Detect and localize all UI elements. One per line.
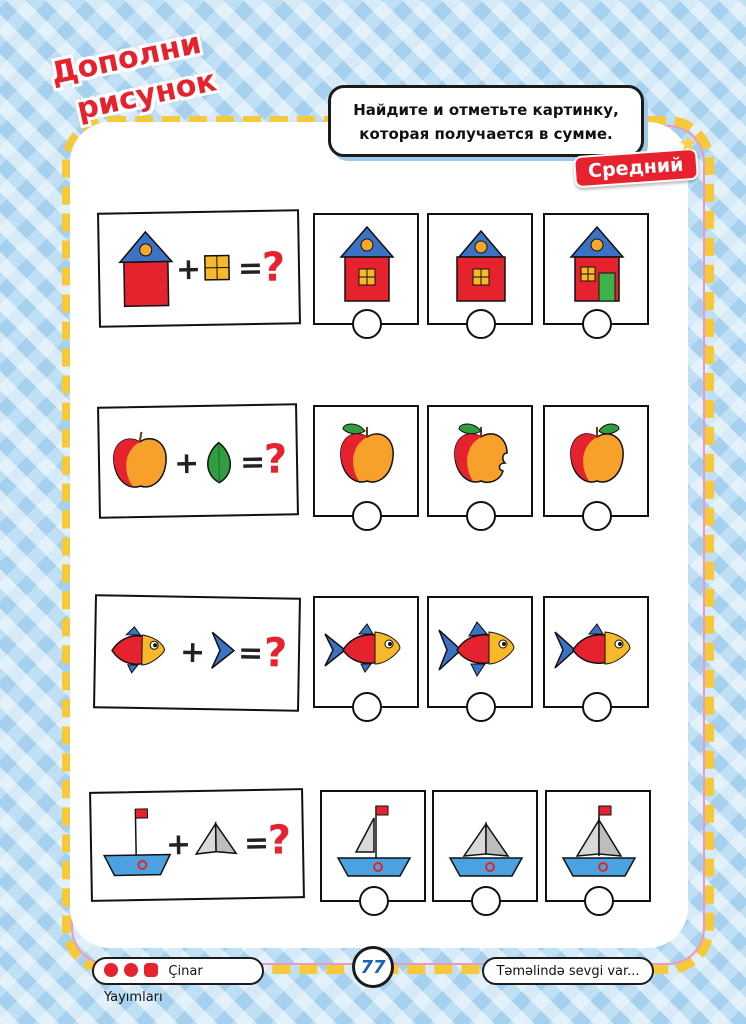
tail-fin-icon [211, 631, 236, 669]
option-house-2[interactable] [427, 213, 533, 339]
answer-circle[interactable] [466, 501, 496, 531]
house-icon [118, 230, 174, 308]
apple-with-leaf-icon [340, 423, 394, 483]
question-mark: ? [263, 630, 288, 677]
fish-with-tail-plain-icon [554, 623, 631, 669]
option-fish-3[interactable] [543, 596, 649, 722]
youtube-icon [144, 963, 159, 977]
equals-sign: = [237, 635, 264, 672]
answer-circle[interactable] [582, 309, 612, 339]
apple-with-small-leaf-icon [570, 423, 624, 483]
boat-hull-with-flag-icon [102, 808, 172, 877]
apple-icon [113, 431, 167, 488]
instruction-box: Найдите и отметьте картинку, которая пол… [328, 85, 644, 157]
fish-body-icon [111, 626, 165, 674]
leaf-icon [207, 441, 232, 484]
plus-sign: + [165, 827, 192, 863]
sail-icon [194, 821, 238, 855]
star-icon: ★ [678, 132, 698, 157]
equals-sign: = [237, 250, 264, 287]
answer-circle[interactable] [352, 692, 382, 722]
instagram-icon [124, 963, 139, 977]
answer-circle[interactable] [582, 501, 612, 531]
question-mark: ? [263, 436, 288, 483]
question-mark: ? [267, 817, 292, 864]
plus-sign: + [175, 251, 202, 288]
question-mark: ? [261, 244, 286, 291]
house-with-window-icon [456, 229, 506, 302]
answer-circle[interactable] [471, 886, 501, 916]
boat-with-one-sail-icon [336, 805, 412, 877]
answer-circle[interactable] [352, 501, 382, 531]
answer-circle[interactable] [352, 309, 382, 339]
house-with-window-icon [339, 225, 395, 302]
facebook-icon [104, 963, 118, 977]
option-boat-2[interactable] [432, 790, 538, 916]
page-number: 77 [352, 946, 394, 988]
equals-sign: = [243, 825, 270, 862]
fish-with-tail-icon [324, 623, 401, 673]
equals-sign: = [239, 444, 266, 481]
slogan-pill: Təməlində sevgi var... [482, 957, 654, 985]
instruction-line-2: которая получается в сумме. [359, 125, 613, 143]
instruction-line-1: Найдите и отметьте картинку, [353, 101, 619, 119]
answer-circle[interactable] [359, 886, 389, 916]
option-apple-3[interactable] [543, 405, 649, 531]
answer-circle[interactable] [466, 309, 496, 339]
brand-pill: Çinar Yayımları [92, 957, 264, 1005]
answer-circle[interactable] [466, 692, 496, 722]
house-with-door-icon [569, 225, 625, 302]
answer-circle[interactable] [582, 692, 612, 722]
answer-circle[interactable] [584, 886, 614, 916]
question-box-house: + = ? [97, 209, 301, 328]
option-house-3[interactable] [543, 213, 649, 339]
option-fish-1[interactable] [313, 596, 419, 722]
option-apple-2[interactable] [427, 405, 533, 531]
window-icon [204, 254, 230, 281]
option-boat-3[interactable] [545, 790, 651, 916]
option-boat-1[interactable] [320, 790, 426, 916]
fish-with-tail-and-fins-icon [438, 621, 515, 677]
plus-sign: + [173, 445, 200, 482]
option-fish-2[interactable] [427, 596, 533, 722]
boat-with-sail-and-flag-icon [561, 805, 637, 877]
question-box-boat: + = ? [89, 788, 305, 902]
question-box-apple: + = ? [97, 403, 299, 519]
option-house-1[interactable] [313, 213, 419, 339]
option-apple-1[interactable] [313, 405, 419, 531]
boat-without-flag-icon [448, 821, 524, 877]
slogan-text: Təməlində sevgi var... [496, 964, 640, 979]
plus-sign: + [179, 634, 206, 671]
bitten-apple-icon [454, 423, 508, 483]
question-box-fish: + = ? [93, 594, 301, 712]
